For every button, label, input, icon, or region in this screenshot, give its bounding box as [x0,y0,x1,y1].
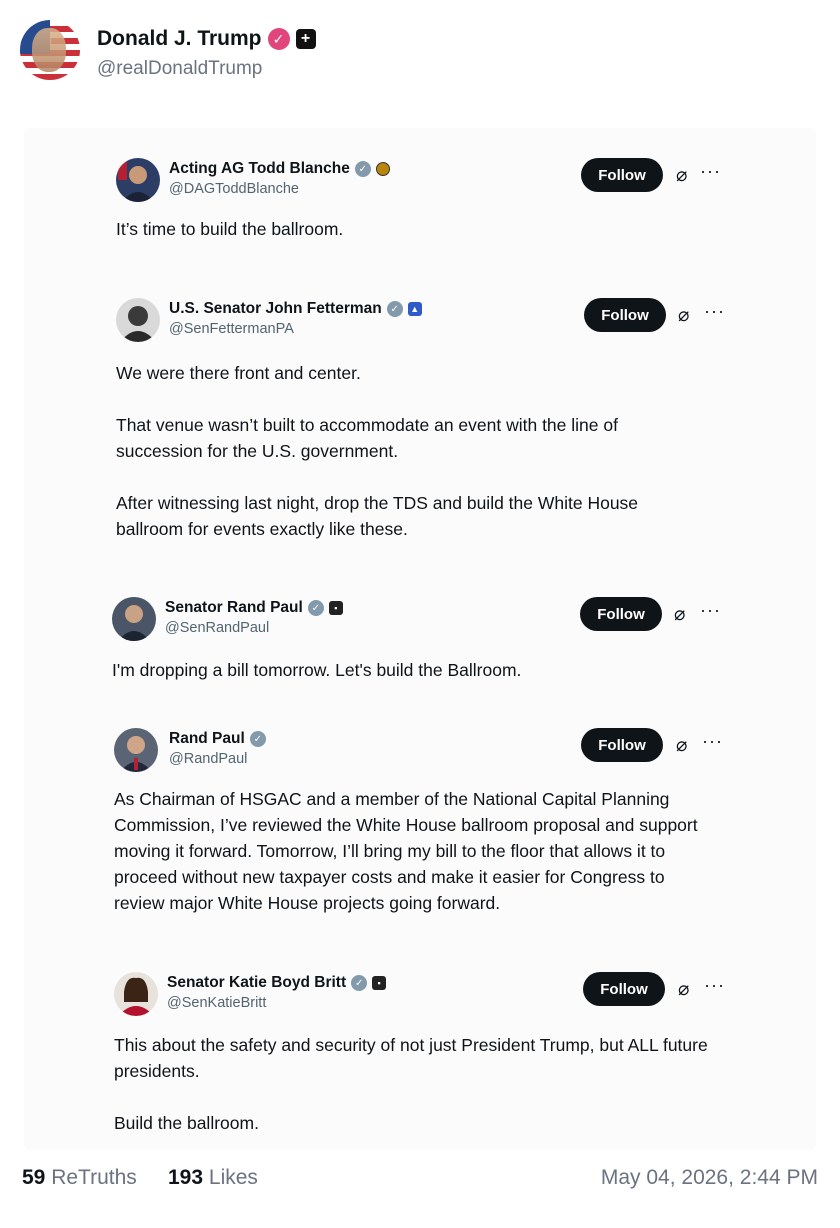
more-options-icon[interactable]: ··· [700,161,721,182]
post-author-name: Acting AG Todd Blanche [169,160,350,177]
post-paragraph: After witnessing last night, drop the TD… [116,493,639,539]
grok-icon[interactable]: ⌀ [678,304,689,327]
more-options-icon[interactable]: ··· [704,301,725,322]
post-paragraph: I'm dropping a bill tomorrow. Let's buil… [112,660,522,680]
author-handle[interactable]: @realDonaldTrump [97,58,262,80]
author-name[interactable]: Donald J. Trump [97,27,262,51]
plus-badge-icon: + [295,29,316,49]
post-text: We were there front and center. That ven… [116,360,696,542]
post-name-row: Senator Rand Paul ✓ ▪ [165,599,343,617]
post-author-handle: @RandPaul [169,751,248,767]
post-header: Donald J. Trump ✓ + @realDonaldTrump [20,20,820,84]
more-options-icon[interactable]: ··· [704,975,725,996]
post-author-handle: @SenKatieBritt [167,995,267,1011]
post-text: As Chairman of HSGAC and a member of the… [114,786,714,916]
avatar [112,597,156,641]
quoted-post: Senator Rand Paul ✓ ▪ @SenRandPaul Follo… [24,597,816,687]
verified-check-icon: ✓ [307,600,324,616]
post-author-name: Rand Paul [169,730,245,747]
post-name-row: Senator Katie Boyd Britt ✓ ▪ [167,974,387,992]
affiliation-badge-icon [375,162,390,176]
quoted-post: U.S. Senator John Fetterman ✓ ▲ @SenFett… [24,298,816,539]
post-paragraph: It’s time to build the ballroom. [116,219,344,239]
retruths-stat[interactable]: 59 ReTruths [22,1166,137,1190]
affiliation-badge-icon: ▪ [328,601,343,615]
post-name-row: Acting AG Todd Blanche ✓ [169,160,390,178]
follow-button[interactable]: Follow [581,158,663,192]
follow-button[interactable]: Follow [580,597,662,631]
author-avatar[interactable] [20,20,80,80]
quoted-post: Acting AG Todd Blanche ✓ @DAGToddBlanche… [24,158,816,248]
post-text: It’s time to build the ballroom. [116,216,726,242]
post-name-row: Rand Paul ✓ [169,730,266,748]
follow-button[interactable]: Follow [584,298,666,332]
post-footer: 59 ReTruths 193 Likes May 04, 2026, 2:44… [22,1166,818,1196]
verified-check-icon: ✓ [351,975,368,991]
follow-button[interactable]: Follow [583,972,665,1006]
verified-check-icon: ✓ [354,161,371,177]
follow-button[interactable]: Follow [581,728,663,762]
grok-icon[interactable]: ⌀ [676,164,687,187]
post-author-handle: @SenFettermanPA [169,321,294,337]
grok-icon[interactable]: ⌀ [678,978,689,1001]
avatar [114,972,158,1016]
quoted-post: Senator Katie Boyd Britt ✓ ▪ @SenKatieBr… [24,972,816,1142]
post-paragraph: As Chairman of HSGAC and a member of the… [114,789,698,913]
post-paragraph: We were there front and center. [116,363,361,383]
likes-stat[interactable]: 193 Likes [168,1166,258,1190]
affiliation-badge-icon: ▪ [372,976,387,990]
post-paragraph: This about the safety and security of no… [114,1035,708,1081]
retruths-label: ReTruths [51,1166,137,1189]
likes-label: Likes [208,1166,258,1189]
post-author-name: U.S. Senator John Fetterman [169,300,382,317]
post-text: I'm dropping a bill tomorrow. Let's buil… [112,657,722,683]
post-author-handle: @SenRandPaul [165,620,270,636]
likes-count: 193 [168,1166,204,1189]
post-author-name: Senator Katie Boyd Britt [167,974,347,991]
post-name-row: U.S. Senator John Fetterman ✓ ▲ [169,300,422,318]
more-options-icon[interactable]: ··· [700,600,721,621]
post-text: This about the safety and security of no… [114,1032,724,1136]
avatar [116,158,160,202]
affiliation-badge-icon: ▲ [407,302,422,316]
grok-icon[interactable]: ⌀ [674,603,685,626]
verified-check-icon: ✓ [386,301,403,317]
more-options-icon[interactable]: ··· [702,731,723,752]
retruths-count: 59 [22,1166,46,1189]
post-paragraph: That venue wasn’t built to accommodate a… [116,415,618,461]
quoted-posts-image: Acting AG Todd Blanche ✓ @DAGToddBlanche… [24,128,816,1150]
grok-icon[interactable]: ⌀ [676,734,687,757]
post-author-handle: @DAGToddBlanche [169,181,299,197]
post-timestamp[interactable]: May 04, 2026, 2:44 PM [601,1166,818,1190]
post-paragraph: Build the ballroom. [114,1113,259,1133]
avatar [116,298,160,342]
author-name-row: Donald J. Trump ✓ + [97,27,316,51]
avatar [114,728,158,772]
quoted-post: Rand Paul ✓ @RandPaul Follow ⌀ ··· As Ch… [24,728,816,928]
verified-check-icon: ✓ [249,731,266,747]
verified-check-icon: ✓ [267,28,290,50]
post-author-name: Senator Rand Paul [165,599,303,616]
